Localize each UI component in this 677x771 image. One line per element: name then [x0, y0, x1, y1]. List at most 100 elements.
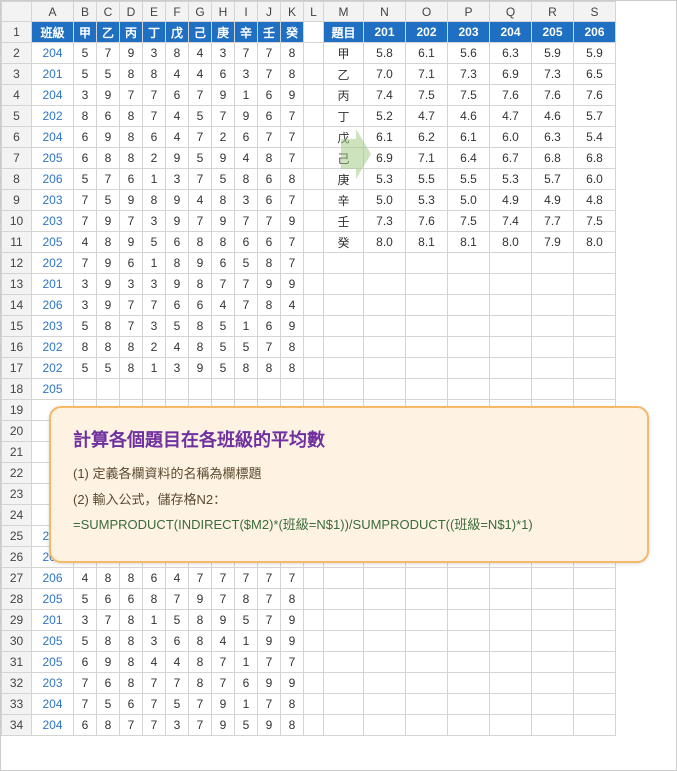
cell[interactable]: [406, 652, 448, 673]
cell[interactable]: 7: [189, 694, 212, 715]
cell[interactable]: 6.2: [406, 127, 448, 148]
cell[interactable]: 壬: [258, 22, 281, 43]
cell[interactable]: 癸: [324, 232, 364, 253]
cell[interactable]: 5: [235, 715, 258, 736]
cell[interactable]: 8: [97, 631, 120, 652]
cell[interactable]: 1: [235, 316, 258, 337]
cell[interactable]: 8: [120, 337, 143, 358]
cell[interactable]: 7: [212, 652, 235, 673]
cell[interactable]: 205: [32, 631, 74, 652]
cell[interactable]: 7: [212, 274, 235, 295]
cell[interactable]: [324, 316, 364, 337]
cell[interactable]: 5: [74, 316, 97, 337]
cell[interactable]: [304, 169, 324, 190]
cell[interactable]: 8: [235, 358, 258, 379]
cell[interactable]: [364, 652, 406, 673]
col-header[interactable]: O: [406, 2, 448, 22]
cell[interactable]: [448, 673, 490, 694]
cell[interactable]: 9: [235, 106, 258, 127]
cell[interactable]: 4: [212, 295, 235, 316]
cell[interactable]: [304, 316, 324, 337]
row-header[interactable]: 6: [2, 127, 32, 148]
cell[interactable]: 9: [189, 253, 212, 274]
cell[interactable]: 9: [166, 190, 189, 211]
cell[interactable]: 7: [74, 190, 97, 211]
cell[interactable]: [532, 589, 574, 610]
cell[interactable]: 2: [212, 127, 235, 148]
cell[interactable]: [574, 589, 616, 610]
cell[interactable]: 7: [143, 673, 166, 694]
cell[interactable]: 壬: [324, 211, 364, 232]
cell[interactable]: [324, 673, 364, 694]
cell[interactable]: 戊: [166, 22, 189, 43]
cell[interactable]: 丙: [120, 22, 143, 43]
cell[interactable]: 5: [235, 610, 258, 631]
cell[interactable]: [304, 379, 324, 400]
cell[interactable]: 8.1: [448, 232, 490, 253]
cell[interactable]: [406, 337, 448, 358]
cell[interactable]: 9: [97, 295, 120, 316]
cell[interactable]: 9: [212, 211, 235, 232]
cell[interactable]: 6.4: [448, 148, 490, 169]
cell[interactable]: 7.9: [532, 232, 574, 253]
cell[interactable]: 7: [258, 337, 281, 358]
cell[interactable]: 8: [120, 148, 143, 169]
cell[interactable]: [574, 673, 616, 694]
cell[interactable]: 7: [235, 211, 258, 232]
cell[interactable]: 8.0: [574, 232, 616, 253]
cell[interactable]: 2: [143, 148, 166, 169]
cell[interactable]: 7.6: [574, 85, 616, 106]
cell[interactable]: 己: [189, 22, 212, 43]
cell[interactable]: 6: [74, 715, 97, 736]
cell[interactable]: 8: [120, 673, 143, 694]
cell[interactable]: 乙: [97, 22, 120, 43]
cell[interactable]: 8: [166, 253, 189, 274]
cell[interactable]: [304, 295, 324, 316]
cell[interactable]: 4: [143, 652, 166, 673]
cell[interactable]: [574, 337, 616, 358]
cell[interactable]: [364, 610, 406, 631]
cell[interactable]: 5: [97, 358, 120, 379]
cell[interactable]: [258, 379, 281, 400]
cell[interactable]: 9: [189, 358, 212, 379]
cell[interactable]: 8: [189, 274, 212, 295]
cell[interactable]: 9: [258, 673, 281, 694]
cell[interactable]: 9: [212, 694, 235, 715]
col-header[interactable]: F: [166, 2, 189, 22]
cell[interactable]: 8: [97, 232, 120, 253]
cell[interactable]: 8: [281, 358, 304, 379]
cell[interactable]: [304, 190, 324, 211]
cell[interactable]: [304, 85, 324, 106]
cell[interactable]: 6.1: [406, 43, 448, 64]
row-header[interactable]: 8: [2, 169, 32, 190]
cell[interactable]: 8: [258, 358, 281, 379]
cell[interactable]: 205: [32, 232, 74, 253]
row-header[interactable]: 17: [2, 358, 32, 379]
cell[interactable]: 6: [166, 295, 189, 316]
cell[interactable]: 5.0: [448, 190, 490, 211]
cell[interactable]: [364, 358, 406, 379]
cell[interactable]: 辛: [324, 190, 364, 211]
cell[interactable]: 7: [74, 253, 97, 274]
col-header[interactable]: R: [532, 2, 574, 22]
col-header[interactable]: B: [74, 2, 97, 22]
cell[interactable]: 7: [258, 64, 281, 85]
cell[interactable]: 205: [32, 589, 74, 610]
cell[interactable]: [74, 379, 97, 400]
cell[interactable]: 6.3: [490, 43, 532, 64]
cell[interactable]: 7: [235, 274, 258, 295]
cell[interactable]: 7: [189, 169, 212, 190]
cell[interactable]: 7: [189, 715, 212, 736]
cell[interactable]: 1: [235, 85, 258, 106]
cell[interactable]: 7.6: [490, 85, 532, 106]
cell[interactable]: 5: [212, 316, 235, 337]
cell[interactable]: 7: [281, 232, 304, 253]
cell[interactable]: 甲: [324, 43, 364, 64]
row-header[interactable]: 2: [2, 43, 32, 64]
cell[interactable]: [490, 358, 532, 379]
cell[interactable]: 1: [235, 694, 258, 715]
cell[interactable]: 4: [281, 295, 304, 316]
col-header[interactable]: L: [304, 2, 324, 22]
cell[interactable]: 7.3: [532, 64, 574, 85]
cell[interactable]: [532, 379, 574, 400]
